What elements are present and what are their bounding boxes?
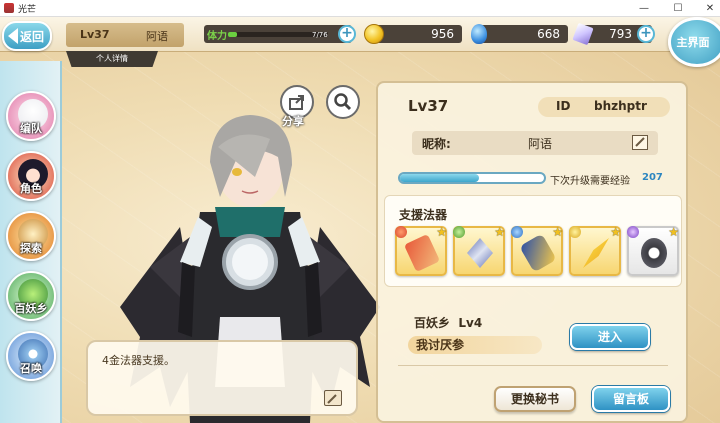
nav-explore-label: 探索 [20,242,42,255]
edit-dialog-button[interactable] [324,390,342,406]
star-icon: ★ [436,225,447,239]
player-id: ID bhzhptr [538,97,670,117]
nav-village[interactable]: 百妖乡 [6,271,56,321]
exp-fill [400,174,480,182]
player-name: 阿语 [146,30,168,43]
dialog-bubble: 4金法器支援。 [86,340,358,416]
star-icon: ★ [494,225,505,239]
tab-profile-details[interactable]: 个人详情 [66,51,158,67]
village-label: 百妖乡 [414,316,451,330]
relic-slot[interactable]: ★ [627,225,679,276]
nav-summon-label: 召唤 [20,362,42,375]
star-icon: ★ [668,225,679,239]
blue-gem-icon [471,24,487,44]
village-name: 我讨厌参 [408,336,542,354]
nav-village-label: 百妖乡 [14,302,48,315]
stamina-value: 7/76 [312,31,328,39]
home-button[interactable]: 主界面 [668,17,720,67]
game-viewport: 返回 Lv37 阿语 体力 7/76 + 956 668 793 + 主界面 个… [0,17,720,423]
left-nav: 编队 角色 探索 百妖乡 召唤 [0,61,62,423]
back-button-label: 返回 [19,29,44,44]
maximize-button[interactable]: ☐ [664,0,692,17]
add-stamina-button[interactable]: + [338,25,356,43]
exp-value: 207 [642,172,663,183]
enter-village-button[interactable]: 进入 [570,324,650,350]
element-orb-icon [511,226,523,238]
exp-bar [398,172,546,184]
nickname-label: 昵称: [422,137,451,151]
nav-explore[interactable]: 探索 [6,211,56,261]
exp-label: 下次升级需要经验 [550,176,630,187]
village-info: 百妖乡 Lv4 [414,314,482,331]
village-level: Lv4 [458,316,483,330]
window-titlebar: 光芒 — ☐ ✕ [0,0,720,17]
relic-slot[interactable]: ★ [395,225,447,276]
dialog-text: 4金法器支援。 [102,354,175,367]
support-relics-title: 支援法器 [399,208,448,222]
stamina-fill [228,32,238,37]
element-orb-icon [395,226,407,238]
app-icon [4,3,14,13]
nickname-value: 阿语 [528,137,553,151]
spear-relic-icon [583,238,609,268]
edit-nickname-button[interactable] [632,135,648,150]
top-bar: 返回 Lv37 阿语 体力 7/76 + 956 668 793 + 主界面 [0,17,720,67]
pencil-icon [635,137,645,147]
change-secretary-button[interactable]: 更换秘书 [494,386,576,412]
stamina-bar: 体力 7/76 [204,25,352,43]
home-button-label: 主界面 [676,36,710,49]
nav-formation[interactable]: 编队 [6,91,56,141]
element-orb-icon [627,226,639,238]
message-board-button[interactable]: 留言板 [592,386,670,412]
relic-slot[interactable]: ★ [511,225,563,276]
close-button[interactable]: ✕ [696,0,720,17]
add-crystal-button[interactable]: + [637,25,655,43]
nav-summon[interactable]: 召唤 [6,331,56,381]
chain-relic-icon [641,238,667,268]
player-tag: Lv37 阿语 [66,23,184,47]
player-id-label: ID [556,99,571,113]
scroll-relic-icon [403,233,441,273]
player-id-value: bhzhptr [594,99,647,113]
profile-panel: Lv37 ID bhzhptr 昵称: 阿语 下次升级需要经验 207 支援法器… [376,81,688,423]
staff-relic-icon [519,233,557,273]
element-orb-icon [569,226,581,238]
gold-coin-icon [364,24,384,44]
nav-formation-label: 编队 [20,122,42,135]
back-button[interactable]: 返回 [2,21,52,51]
window-title: 光芒 [18,4,37,15]
element-orb-icon [453,226,465,238]
nav-characters-label: 角色 [20,182,42,195]
pencil-icon [327,394,337,404]
profile-level: Lv37 [408,97,449,115]
relic-slot[interactable]: ★ [569,225,621,276]
back-arrow-icon [8,28,18,44]
player-level: Lv37 [80,28,110,41]
minimize-button[interactable]: — [630,0,658,17]
gold-counter: 956 [372,25,462,43]
nav-characters[interactable]: 角色 [6,151,56,201]
star-icon: ★ [552,225,563,239]
star-icon: ★ [610,225,621,239]
nickname-field: 昵称: 阿语 [412,131,658,155]
relic-slot[interactable]: ★ [453,225,505,276]
stamina-label: 体力 [207,31,227,42]
gem-counter: 668 [478,25,568,43]
divider [398,365,668,366]
support-relics: 支援法器 ★ ★ ★ ★ ★ [384,195,682,287]
crossbow-relic-icon [467,238,493,268]
